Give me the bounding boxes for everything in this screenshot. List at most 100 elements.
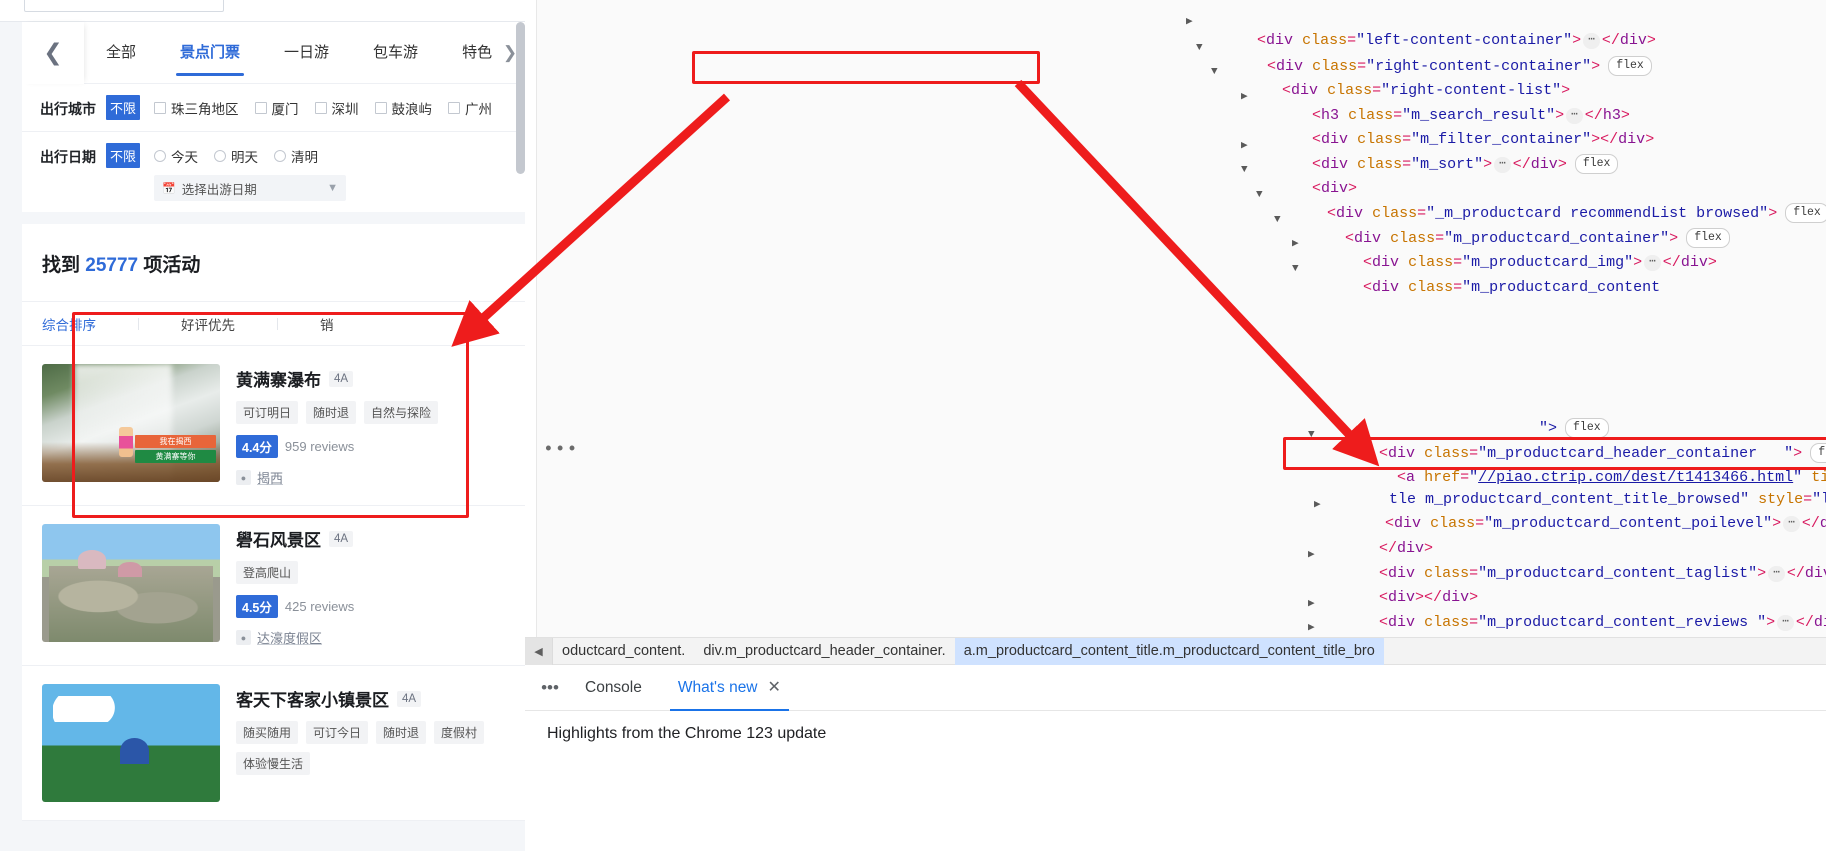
twisty-open-icon[interactable] [1292,257,1299,282]
product-taglist: 随买随用 可订今日 随时退 度假村 体验慢生活 [236,721,525,775]
ellipsis-icon[interactable]: ⋯ [1768,565,1785,582]
product-content: 黄满寨瀑布 4A 可订明日 随时退 自然与探险 4.4分 959 reviews… [220,364,439,487]
product-location-label: 达濠度假区 [257,631,323,646]
radio-option[interactable]: 今天 [154,146,198,166]
twisty-open-icon[interactable] [1308,423,1315,448]
tab-featured[interactable]: 特色 [440,22,495,84]
product-location[interactable]: ● 揭西 [236,468,438,487]
radio-option[interactable]: 清明 [274,146,318,166]
chevron-down-icon[interactable]: ▼ [327,182,338,194]
checkbox-icon[interactable] [154,102,166,114]
twisty-open-icon[interactable] [1211,60,1218,85]
product-image[interactable] [42,684,220,802]
tab-one-day-tour[interactable]: 一日游 [262,22,351,84]
tab-whats-new[interactable]: What's new ✕ [660,665,799,711]
tab-all[interactable]: 全部 [84,22,158,84]
checkbox-option[interactable]: 鼓浪屿 [374,98,432,118]
chevron-left-icon[interactable]: ❮ [22,21,84,84]
twisty-open-icon[interactable] [1274,208,1281,233]
product-title[interactable]: 客天下客家小镇景区 [236,686,389,711]
flex-badge[interactable]: flex [1574,153,1619,174]
breadcrumb-item-header-container[interactable]: div.m_productcard_header_container. [694,638,954,665]
product-poilevel: 4A [329,370,354,387]
product-review-count: 959 reviews [284,439,355,454]
page-scrollbar[interactable] [516,22,525,174]
product-tag: 随时退 [306,401,357,424]
checkbox-option[interactable]: 广州 [448,98,492,118]
checkbox-option[interactable]: 厦门 [254,98,299,118]
product-content: 礐石风景区 4A 登高爬山 4.5分 425 reviews ● 达濠度假区 [220,524,354,647]
ellipsis-icon[interactable]: ⋯ [1783,515,1800,532]
close-icon[interactable]: ✕ [768,679,781,696]
radio-icon[interactable] [214,150,226,162]
tab-label: 景点门票 [180,43,241,61]
twisty-open-icon[interactable] [1256,183,1263,208]
twisty-closed-icon[interactable] [1186,10,1193,35]
checkbox-option[interactable]: 珠三角地区 [154,98,239,118]
filter-any-date[interactable]: 不限 [106,143,140,168]
tree-gutter [525,0,537,637]
product-card[interactable]: 我在揭西 黄满寨等你 黄满寨瀑布 4A 可订明日 随时退 自然与探险 4.4分 … [22,346,525,506]
filter-options-date: 今天 明天 清明 📅 选择出游日期 ▼ [154,143,346,201]
class-value: m_productcard_content_taglist [1487,564,1749,582]
sort-bar: 综合排序 好评优先 销 [22,302,525,346]
twisty-closed-icon[interactable] [1308,543,1315,568]
sort-option-overall[interactable]: 综合排序 [42,314,138,334]
tab-charter-tour[interactable]: 包车游 [351,22,440,84]
checkbox-icon[interactable] [314,102,327,114]
option-label: 今天 [171,150,198,165]
twisty-closed-icon[interactable] [1314,493,1321,518]
product-location[interactable]: ● 达濠度假区 [236,628,354,647]
product-title[interactable]: 礐石风景区 [236,526,321,551]
twisty-closed-icon[interactable] [1292,232,1299,257]
page-search-field[interactable] [24,0,224,12]
checkbox-icon[interactable] [374,102,387,114]
twisty-open-icon[interactable] [1241,158,1248,183]
product-image[interactable] [42,524,220,642]
product-header: 客天下客家小镇景区 4A [236,686,525,711]
map-pin-icon: ● [236,470,251,485]
flex-badge[interactable]: flex [1608,55,1652,76]
elements-tree[interactable]: <div class="left-content-container">⋯</d… [525,0,1826,637]
twisty-closed-icon[interactable] [1308,592,1315,617]
result-prefix: 找到 [42,255,86,276]
product-card[interactable]: 礐石风景区 4A 登高爬山 4.5分 425 reviews ● 达濠度假区 [22,506,525,666]
twisty-open-icon[interactable] [1196,36,1203,61]
breadcrumb-item-anchor[interactable]: a.m_productcard_content_title.m_productc… [954,637,1384,665]
flex-badge[interactable]: flex [1785,202,1826,223]
kebab-menu-icon[interactable]: • • • [533,665,567,711]
sort-option-sales[interactable]: 销 [320,314,376,334]
date-picker[interactable]: 📅 选择出游日期 ▼ [154,175,346,201]
checkbox-icon[interactable] [254,102,267,114]
product-title[interactable]: 黄满寨瀑布 [236,366,321,391]
sign-line-1: 我在揭西 [134,434,217,448]
product-image[interactable]: 我在揭西 黄满寨等你 [42,364,220,482]
tree-overflow-dots[interactable]: ••• [543,438,578,463]
dom-node-productcard-content[interactable]: <div class="m_productcard_content [1309,251,1660,325]
tab-attraction-tickets[interactable]: 景点门票 [158,22,262,84]
radio-icon[interactable] [274,150,286,162]
option-label: 厦门 [271,102,299,117]
twisty-closed-icon[interactable] [1308,616,1315,637]
checkbox-option[interactable]: 深圳 [314,98,359,118]
tab-label: What's new [677,678,758,696]
product-header: 黄满寨瀑布 4A [236,366,438,391]
dom-node-info-container[interactable]: <div class="m_productcard_content_info_c… [1325,610,1826,637]
twisty-closed-icon[interactable] [1241,85,1248,110]
sort-option-rating[interactable]: 好评优先 [181,314,277,334]
product-tag: 随买随用 [236,721,299,744]
section-gap [22,212,525,224]
radio-icon[interactable] [154,150,166,162]
filter-any-city[interactable]: 不限 [106,95,140,120]
breadcrumb-item-content[interactable]: oductcard_content. [553,638,694,665]
product-content: 客天下客家小镇景区 4A 随买随用 可订今日 随时退 度假村 体验慢生活 [220,684,525,802]
twisty-closed-icon[interactable] [1241,134,1248,159]
tab-console[interactable]: Console [567,665,660,711]
sort-divider [277,317,278,330]
checkbox-icon[interactable] [448,102,460,114]
radio-option[interactable]: 明天 [214,146,258,166]
result-suffix: 项活动 [138,255,201,276]
chevron-left-icon[interactable]: ◀ [525,637,553,665]
product-card[interactable]: 客天下客家小镇景区 4A 随买随用 可订今日 随时退 度假村 体验慢生活 [22,666,525,821]
ellipsis-icon[interactable]: ⋯ [1494,156,1511,173]
